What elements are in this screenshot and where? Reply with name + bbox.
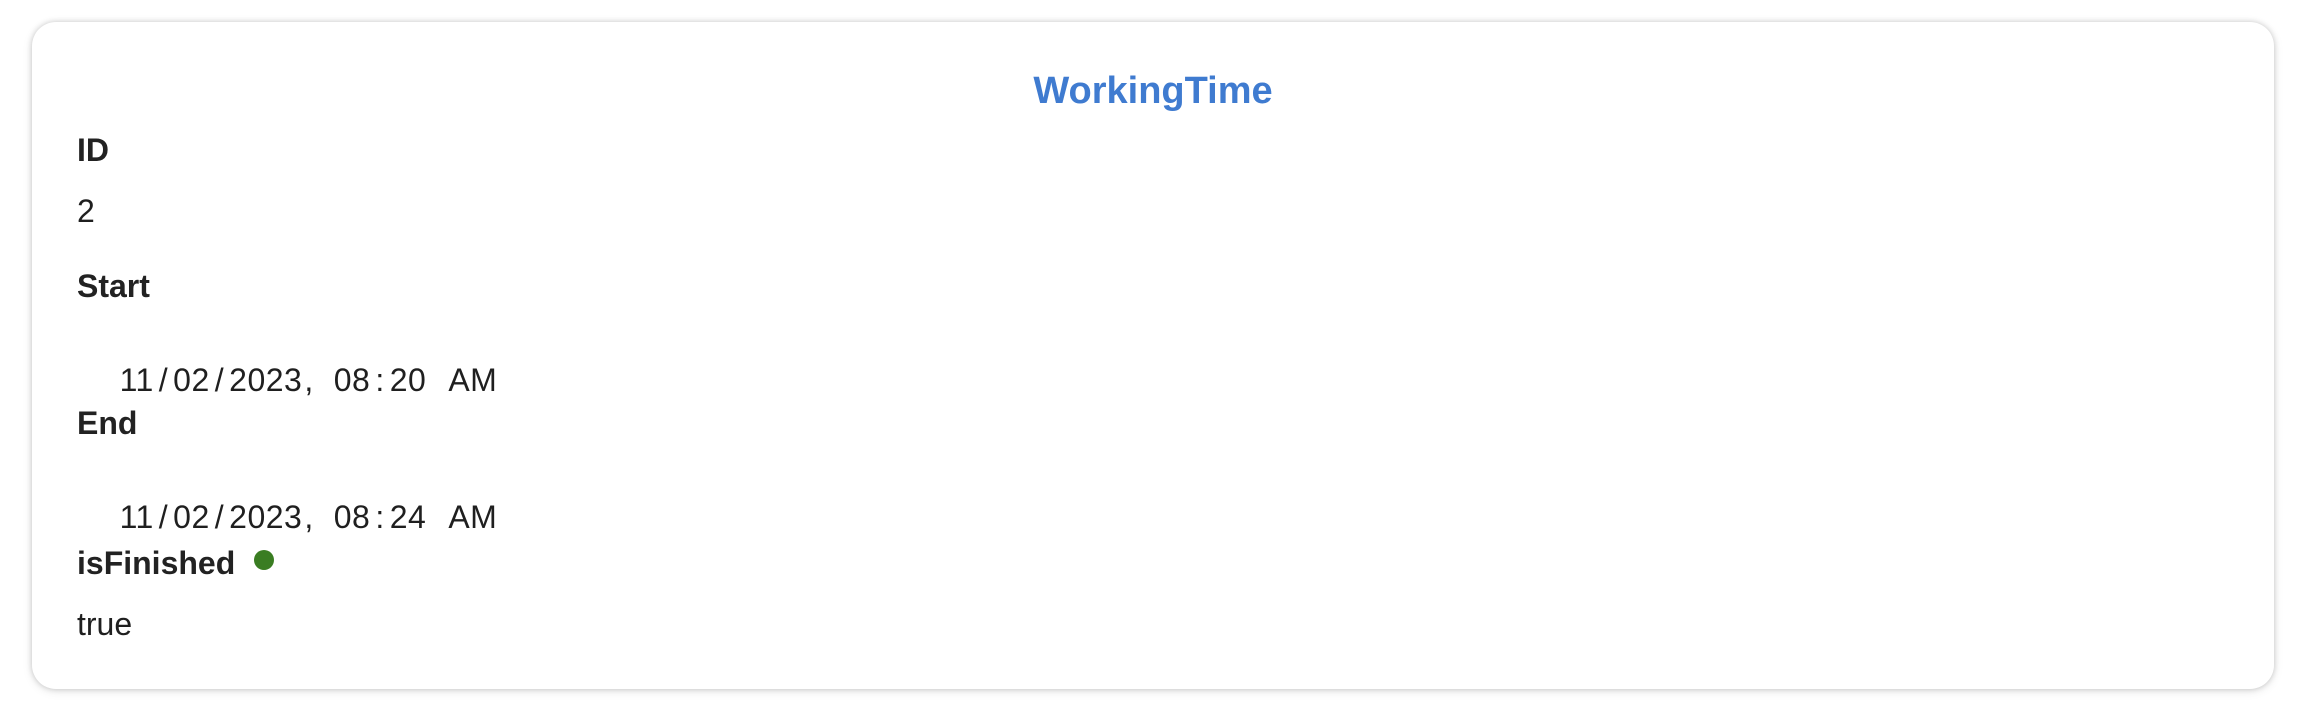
datetime-comma: ,	[304, 499, 314, 535]
working-time-card: WorkingTime ID 2 Start 11/02/2023, 08:20 A…	[32, 22, 2274, 689]
start-hour[interactable]: 08	[334, 364, 371, 396]
date-separator: /	[214, 362, 225, 398]
date-separator: /	[158, 499, 169, 535]
start-datetime-field[interactable]: 11/02/2023, 08:20 AM	[82, 332, 497, 428]
end-minute[interactable]: 24	[390, 501, 427, 533]
end-hour[interactable]: 08	[334, 501, 371, 533]
end-label: End	[77, 405, 138, 441]
datetime-comma: ,	[304, 362, 314, 398]
end-year[interactable]: 2023	[229, 501, 302, 533]
id-value: 2	[77, 193, 95, 229]
start-minute[interactable]: 20	[390, 364, 427, 396]
is-finished-label: isFinished	[77, 545, 236, 581]
start-label: Start	[77, 268, 150, 304]
is-finished-value: true	[77, 606, 133, 642]
time-separator: :	[375, 499, 385, 535]
time-separator: :	[375, 362, 385, 398]
date-separator: /	[214, 499, 225, 535]
card-title: WorkingTime	[1033, 70, 1273, 112]
status-dot-icon	[254, 550, 274, 570]
end-month[interactable]: 11	[120, 501, 154, 533]
date-separator: /	[158, 362, 169, 398]
end-ampm[interactable]: AM	[448, 501, 497, 533]
start-ampm[interactable]: AM	[448, 364, 497, 396]
start-day[interactable]: 02	[173, 364, 210, 396]
id-label: ID	[77, 132, 109, 168]
start-year[interactable]: 2023	[229, 364, 302, 396]
start-month[interactable]: 11	[120, 364, 154, 396]
end-day[interactable]: 02	[173, 501, 210, 533]
